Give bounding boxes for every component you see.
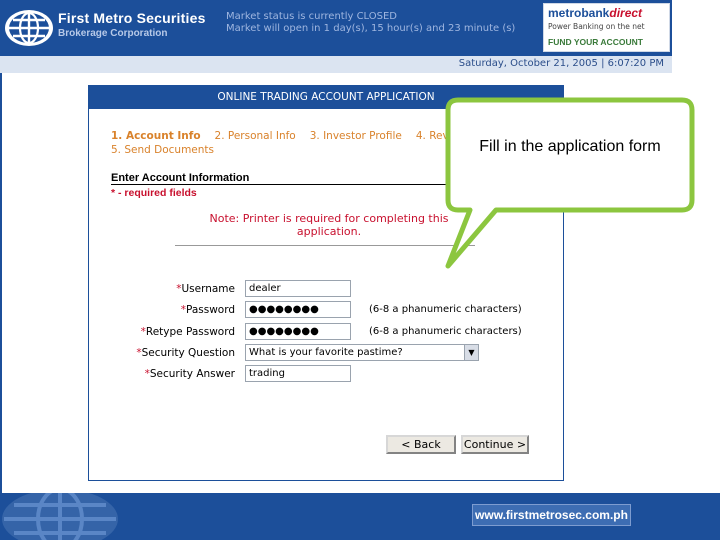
callout-bubble — [445, 97, 695, 269]
callout-text: Fill in the application form — [479, 138, 661, 155]
security-answer-input[interactable]: trading — [245, 365, 351, 382]
note-divider — [175, 245, 475, 246]
password-label: *Password — [180, 304, 235, 316]
printer-note: Note: Printer is required for completing… — [209, 212, 449, 238]
security-question-label-text: Security Question — [141, 347, 235, 359]
brand: First Metro Securities Brokerage Corpora… — [58, 10, 206, 39]
site-footer: www.firstmetrosec.com.ph — [0, 493, 720, 540]
date-bar: Saturday, October 21, 2005 | 6:07:20 PM — [0, 56, 672, 73]
direct-name: direct — [609, 6, 643, 20]
step-investor-profile[interactable]: 3. Investor Profile — [310, 130, 402, 142]
section-heading: Enter Account Information — [111, 172, 250, 184]
username-row: *Username dealer — [89, 280, 565, 298]
security-answer-row: *Security Answer trading — [89, 365, 565, 383]
retype-password-label-text: Retype Password — [145, 326, 235, 338]
brand-subtitle: Brokerage Corporation — [58, 28, 168, 39]
security-answer-label-text: Security Answer — [149, 368, 235, 380]
market-open-line: Market will open in 1 day(s), 15 hour(s)… — [226, 23, 516, 34]
security-answer-label: *Security Answer — [144, 368, 235, 380]
retype-password-hint: (6-8 a phanumeric characters) — [369, 326, 522, 337]
password-row: *Password ●●●●●●●● (6-8 a phanumeric cha… — [89, 301, 565, 319]
metrobank-direct-logo: metrobankdirect — [548, 6, 642, 20]
website-url-link[interactable]: www.firstmetrosec.com.ph — [472, 504, 631, 526]
step-account-info[interactable]: 1. Account Info — [111, 130, 201, 142]
retype-password-row: *Retype Password ●●●●●●●● (6-8 a phanume… — [89, 323, 565, 341]
brand-name: First Metro Securities — [58, 10, 206, 26]
password-hint: (6-8 a phanumeric characters) — [369, 304, 522, 315]
password-label-text: Password — [185, 304, 235, 316]
username-label: *Username — [176, 283, 235, 295]
retype-password-input[interactable]: ●●●●●●●● — [245, 323, 351, 340]
metrobank-name: metrobank — [548, 6, 610, 20]
back-button[interactable]: < Back — [386, 435, 456, 454]
password-input[interactable]: ●●●●●●●● — [245, 301, 351, 318]
step-personal-info[interactable]: 2. Personal Info — [215, 130, 296, 142]
current-datetime: Saturday, October 21, 2005 | 6:07:20 PM — [458, 58, 664, 69]
security-question-select[interactable]: What is your favorite pastime? ▼ — [245, 344, 479, 361]
market-status: Market status is currently CLOSED Market… — [226, 11, 544, 35]
site-header: First Metro Securities Brokerage Corpora… — [0, 0, 672, 56]
security-question-value: What is your favorite pastime? — [249, 347, 403, 358]
security-question-row: *Security Question What is your favorite… — [89, 344, 565, 362]
required-fields-note: * - required fields — [111, 187, 197, 199]
metrobank-tagline: Power Banking on the net — [548, 22, 645, 31]
globe-logo-icon — [5, 10, 53, 46]
continue-button[interactable]: Continue > — [461, 435, 529, 454]
step-send-documents[interactable]: 5. Send Documents — [111, 144, 214, 156]
retype-password-label: *Retype Password — [140, 326, 235, 338]
fund-account-link[interactable]: FUND YOUR ACCOUNT — [548, 37, 643, 47]
metrobank-direct-banner[interactable]: metrobankdirect Power Banking on the net… — [543, 3, 670, 52]
security-question-label: *Security Question — [136, 347, 235, 359]
username-input[interactable]: dealer — [245, 280, 351, 297]
market-status-line: Market status is currently CLOSED — [226, 11, 398, 22]
username-label-text: Username — [181, 283, 235, 295]
left-rail — [0, 73, 2, 493]
dropdown-arrow-icon[interactable]: ▼ — [464, 345, 478, 360]
footer-globe-icon — [2, 493, 118, 540]
